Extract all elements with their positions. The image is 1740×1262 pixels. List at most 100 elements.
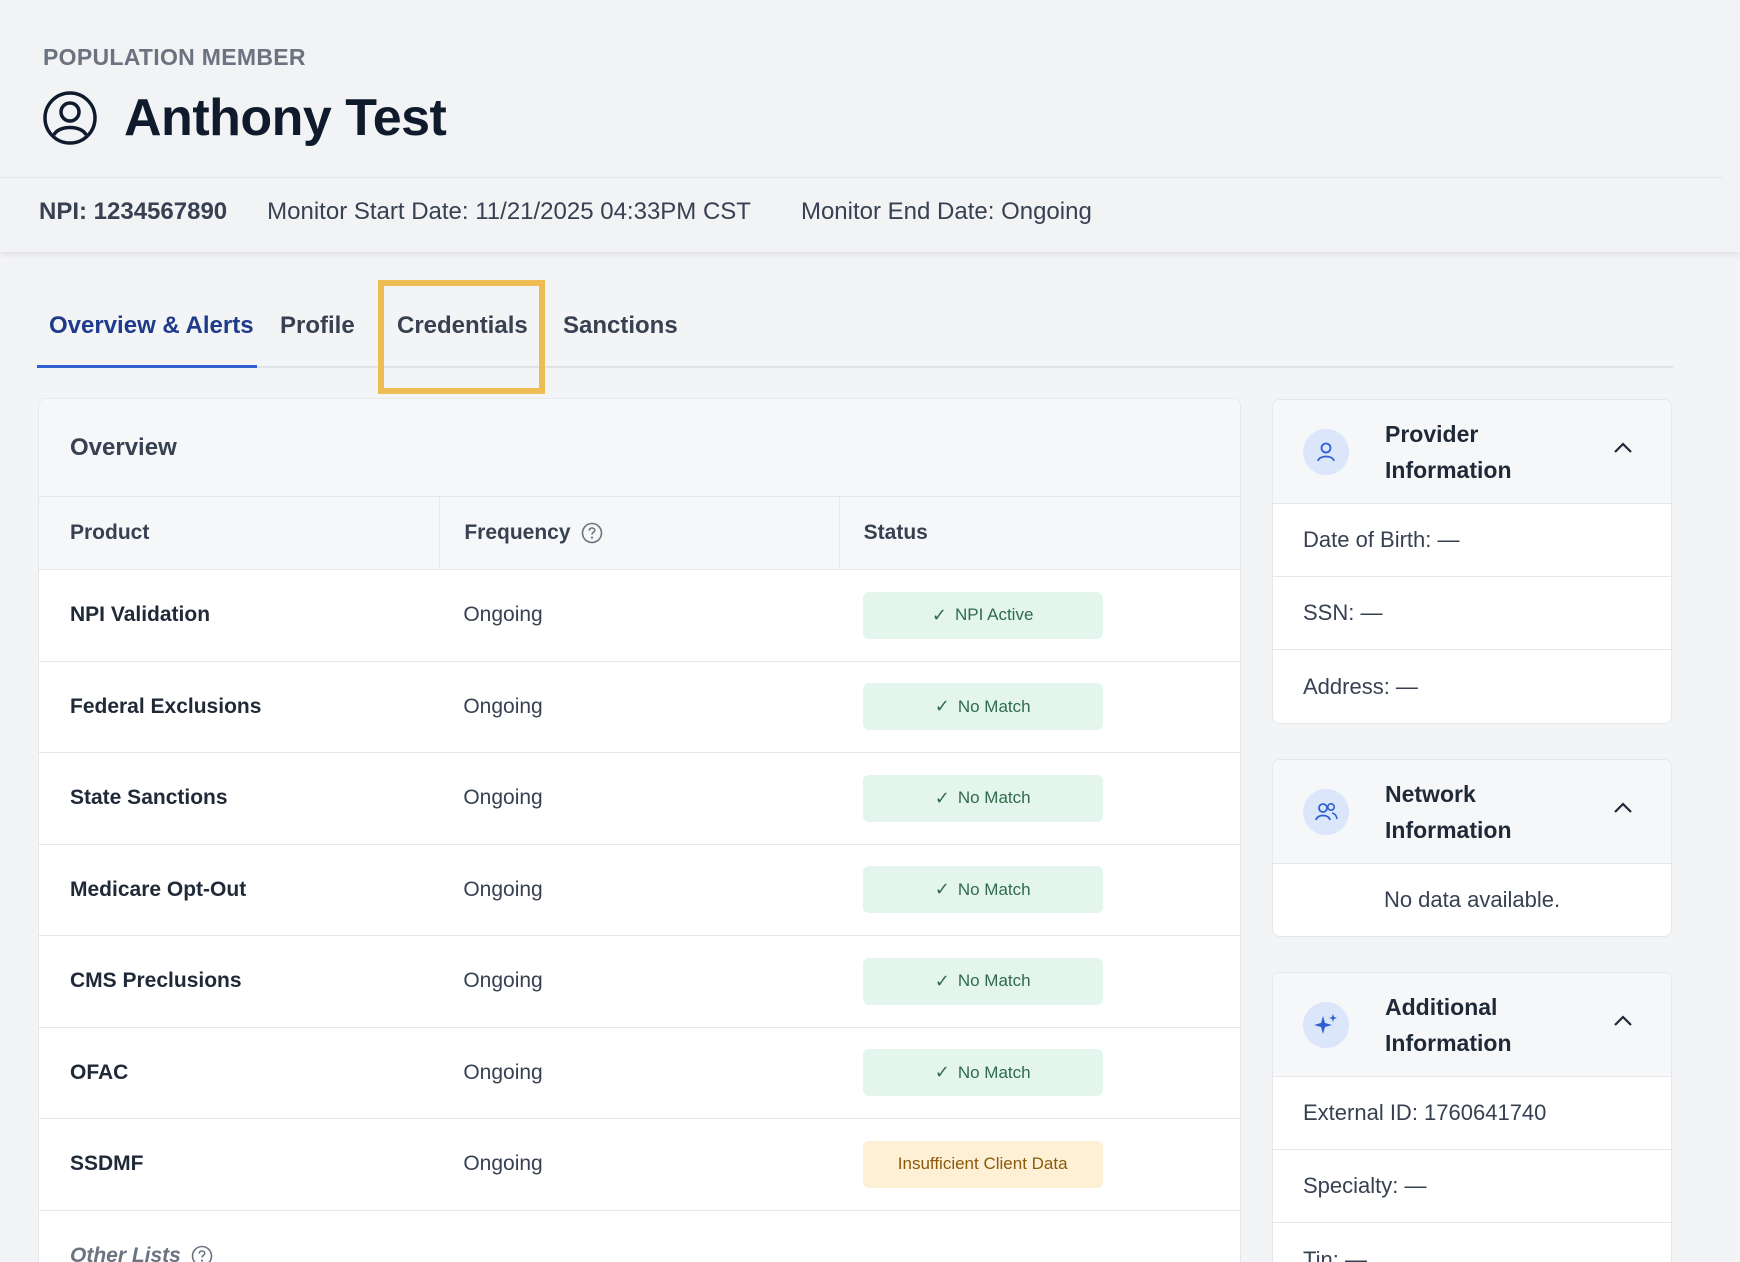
column-status: Status bbox=[863, 521, 928, 544]
provider-information-header[interactable]: Provider Information bbox=[1273, 400, 1671, 504]
status-cell: ✓ No Match bbox=[840, 936, 1240, 1027]
check-icon: ✓ bbox=[934, 879, 950, 900]
external-id-field: External ID: 1760641740 bbox=[1273, 1077, 1671, 1150]
status-cell: ✓ No Match bbox=[840, 662, 1240, 753]
page-eyebrow: POPULATION MEMBER bbox=[43, 44, 306, 70]
table-row: State Sanctions Ongoing ✓ No Match bbox=[39, 753, 1240, 845]
user-circle-icon bbox=[43, 91, 97, 145]
table-row: NPI Validation Ongoing ✓ NPI Active bbox=[39, 570, 1240, 662]
frequency-cell: Ongoing bbox=[463, 1060, 543, 1084]
table-row: SSDMF Ongoing Insufficient Client Data bbox=[39, 1119, 1240, 1211]
check-icon: ✓ bbox=[934, 1062, 950, 1083]
frequency-cell: Ongoing bbox=[463, 969, 543, 993]
tab-sanctions[interactable]: Sanctions bbox=[563, 312, 678, 340]
status-label: No Match bbox=[957, 1062, 1031, 1082]
network-empty-state: No data available. bbox=[1383, 887, 1561, 912]
status-label: No Match bbox=[957, 879, 1031, 899]
frequency-cell: Ongoing bbox=[463, 603, 543, 627]
address-field: Address: — bbox=[1303, 673, 1418, 699]
ssn-field: SSN: — bbox=[1273, 577, 1671, 650]
status-badge: ✓ NPI Active bbox=[862, 591, 1103, 639]
frequency-cell: Ongoing bbox=[463, 1152, 543, 1176]
date-of-birth-field: Date of Birth: — bbox=[1273, 504, 1671, 577]
status-cell: ✓ No Match bbox=[840, 1028, 1240, 1119]
table-header: Product Frequency Status bbox=[39, 497, 1240, 570]
product-cell: NPI Validation bbox=[70, 603, 211, 627]
monitor-end-date: Monitor End Date: Ongoing bbox=[800, 198, 1092, 225]
network-title-line2: Information bbox=[1385, 816, 1512, 843]
tab-bar: Overview & Alerts Profile Credentials Sa… bbox=[37, 290, 1673, 368]
column-frequency-label: Frequency bbox=[464, 521, 571, 544]
other-lists-text: Other Lists bbox=[70, 1243, 181, 1262]
product-cell: SSDMF bbox=[70, 1152, 144, 1176]
provider-title-line2: Information bbox=[1385, 456, 1512, 483]
specialty-field: Specialty: — bbox=[1273, 1150, 1671, 1223]
status-cell: ✓ NPI Active bbox=[840, 570, 1240, 661]
additional-information-title: Additional Information bbox=[1385, 989, 1545, 1061]
provider-information-title: Provider Information bbox=[1385, 416, 1545, 488]
status-label: Insufficient Client Data bbox=[897, 1154, 1068, 1174]
chevron-up-icon[interactable] bbox=[1613, 442, 1633, 454]
status-label: NPI Active bbox=[955, 605, 1034, 625]
network-title-line1: Network bbox=[1385, 780, 1476, 807]
network-information-title: Network Information bbox=[1385, 776, 1545, 848]
status-cell: ✓ No Match bbox=[840, 753, 1240, 844]
active-tab-indicator bbox=[37, 365, 257, 368]
frequency-cell: Ongoing bbox=[463, 786, 543, 810]
page-header: POPULATION MEMBER Anthony Test NPI: 1234… bbox=[0, 0, 1740, 252]
additional-title-line2: Information bbox=[1385, 1029, 1512, 1056]
check-icon: ✓ bbox=[931, 604, 947, 625]
overview-title: Overview bbox=[39, 399, 1240, 497]
monitor-start-date: Monitor Start Date: 11/21/2025 04:33PM C… bbox=[267, 198, 751, 225]
chevron-up-icon[interactable] bbox=[1613, 1015, 1633, 1027]
status-cell: ✓ No Match bbox=[840, 845, 1240, 936]
users-icon bbox=[1303, 788, 1349, 835]
status-badge: ✓ No Match bbox=[862, 1049, 1103, 1097]
status-label: No Match bbox=[957, 788, 1031, 808]
table-row: CMS Preclusions Ongoing ✓ No Match bbox=[39, 936, 1240, 1028]
network-information-card: Network Information No data available. bbox=[1272, 759, 1672, 937]
additional-information-card: Additional Information External ID: 1760… bbox=[1272, 972, 1672, 1262]
check-icon: ✓ bbox=[934, 696, 950, 717]
monitor-meta: NPI: 1234567890 Monitor Start Date: 11/2… bbox=[39, 198, 1092, 226]
product-cell: Medicare Opt-Out bbox=[70, 877, 247, 901]
page-title: Anthony Test bbox=[124, 89, 447, 147]
person-icon bbox=[1303, 428, 1349, 475]
product-cell: Federal Exclusions bbox=[70, 694, 262, 718]
status-badge: ✓ No Match bbox=[862, 683, 1103, 731]
status-cell: Insufficient Client Data bbox=[840, 1119, 1240, 1210]
chevron-up-icon[interactable] bbox=[1613, 802, 1633, 814]
additional-information-header[interactable]: Additional Information bbox=[1273, 973, 1671, 1077]
tin-field: Tin: — bbox=[1303, 1246, 1367, 1262]
tab-profile[interactable]: Profile bbox=[280, 312, 355, 340]
frequency-cell: Ongoing bbox=[463, 694, 543, 718]
credentials-highlight bbox=[378, 280, 545, 394]
title-row: Anthony Test bbox=[42, 88, 447, 148]
status-badge: ✓ No Match bbox=[862, 866, 1103, 914]
tab-overview-alerts[interactable]: Overview & Alerts bbox=[49, 312, 254, 340]
additional-title-line1: Additional bbox=[1385, 993, 1498, 1020]
status-badge: ✓ No Match bbox=[862, 774, 1103, 822]
overview-card: Overview Product Frequency Status NPI Va… bbox=[38, 398, 1241, 1262]
status-label: No Match bbox=[957, 696, 1031, 716]
table-row: Federal Exclusions Ongoing ✓ No Match bbox=[39, 662, 1240, 753]
provider-information-card: Provider Information Date of Birth: — SS… bbox=[1272, 399, 1672, 724]
check-icon: ✓ bbox=[934, 787, 950, 808]
help-icon[interactable] bbox=[581, 522, 603, 544]
status-label: No Match bbox=[957, 971, 1031, 991]
status-badge: Insufficient Client Data bbox=[862, 1140, 1103, 1188]
provider-title-line1: Provider bbox=[1385, 420, 1479, 447]
header-divider bbox=[0, 177, 1722, 178]
product-cell: State Sanctions bbox=[70, 786, 228, 810]
other-lists-label: Other Lists bbox=[39, 1211, 1240, 1262]
status-badge: ✓ No Match bbox=[862, 957, 1103, 1005]
column-frequency: Frequency bbox=[440, 497, 840, 569]
product-cell: CMS Preclusions bbox=[70, 969, 242, 993]
network-information-header[interactable]: Network Information bbox=[1273, 760, 1671, 864]
help-icon[interactable] bbox=[191, 1245, 213, 1262]
sparkle-icon bbox=[1303, 1001, 1349, 1048]
column-product: Product bbox=[39, 497, 441, 569]
check-icon: ✓ bbox=[934, 970, 950, 991]
product-cell: OFAC bbox=[70, 1060, 129, 1084]
frequency-cell: Ongoing bbox=[463, 877, 543, 901]
